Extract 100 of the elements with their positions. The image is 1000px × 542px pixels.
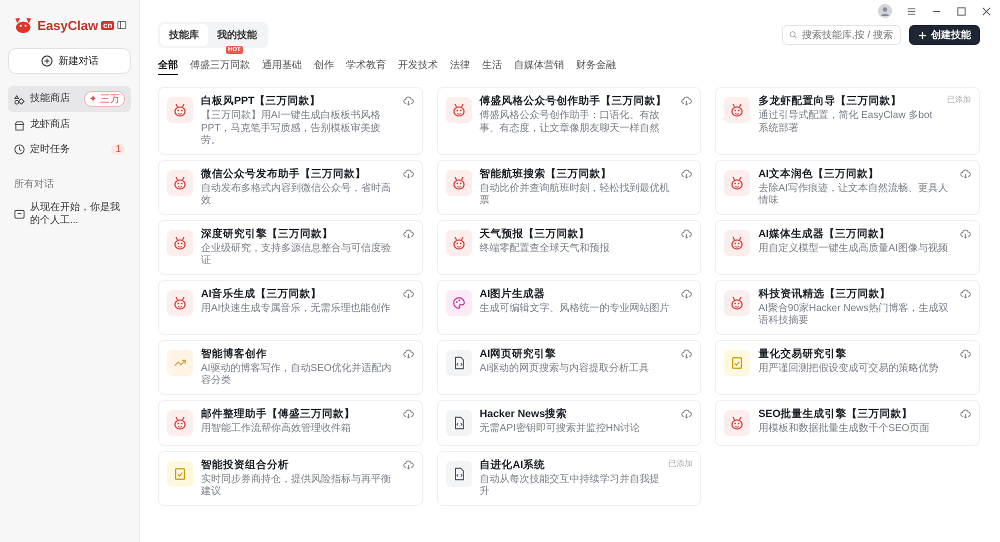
lobster-icon (724, 290, 750, 316)
cloud-download-icon[interactable] (402, 348, 414, 358)
lobster-icon (167, 170, 193, 196)
sidebar-item[interactable]: 技能商店 ✦ 三万 (8, 86, 131, 112)
search-icon (789, 30, 798, 40)
lobster-icon (167, 97, 193, 123)
skill-card[interactable]: AI媒体生成器【三万同款】 用自定义模型一键生成高质量AI图像与视频 (715, 220, 980, 274)
skill-title: AI媒体生成器【三万同款】 (758, 226, 891, 240)
cloud-download-icon[interactable] (681, 168, 692, 178)
skill-card[interactable]: 科技资讯精选【三万同款】 AI聚合90家Hacker News热门博客，生成双语科技摘要 (715, 280, 980, 334)
lobster-icon (167, 290, 193, 316)
skill-card[interactable]: 微信公众号发布助手【三万同款】 自动发布多格式内容到微信公众号，省时高效 (158, 160, 423, 214)
cloud-download-icon[interactable] (402, 96, 414, 106)
lobster-icon (724, 97, 750, 123)
cloud-download-icon[interactable] (960, 168, 971, 178)
category-tab[interactable]: 法律 (450, 56, 470, 75)
skill-card[interactable]: 邮件整理助手【傅盛三万同款】 用智能工作流帮你高效管理收件箱 (158, 400, 423, 446)
skill-description: 生成可编辑文字、风格统一的专业网站图片 (480, 302, 671, 315)
skill-description: 用严谨回测把假设变成可交易的策略优势 (758, 362, 940, 375)
cloud-download-icon[interactable] (681, 288, 692, 298)
skill-description: 终端零配置查全球天气和预报 (480, 242, 611, 255)
palette-icon (446, 290, 472, 316)
skill-card[interactable]: 智能航班搜索【三万同款】 自动比价并查询航班时刻，轻松找到最优机票 (436, 160, 702, 214)
category-tab[interactable]: 自媒体营销 (514, 56, 564, 75)
cloud-download-icon[interactable] (402, 228, 414, 238)
tab[interactable]: 技能库 (160, 24, 208, 46)
skill-title: 深度研究引擎【三万同款】 (201, 226, 334, 240)
skill-description: 通过引导式配置，简化 EasyClaw 多bot系统部署 (758, 110, 934, 135)
cloud-download-icon[interactable] (681, 96, 692, 106)
tab[interactable]: 我的技能 (208, 24, 266, 46)
new-chat-button[interactable]: 新建对话 (8, 48, 131, 74)
skill-description: 自动发布多格式内容到微信公众号，省时高效 (201, 182, 392, 208)
skill-title: AI文本润色【三万同款】 (758, 166, 880, 180)
skill-title: SEO批量生成引擎【三万同款】 (758, 406, 914, 420)
skill-description: 用自定义模型一键生成高质量AI图像与视频 (758, 242, 949, 255)
skill-description: 自动比价并查询航班时刻，轻松找到最优机票 (480, 182, 671, 208)
maximize-icon[interactable] (956, 6, 967, 16)
skill-card[interactable]: 智能投资组合分析 实时同步券商持仓，提供风险指标与再平衡建议 (158, 450, 423, 506)
skill-description: 傅盛风格公众号创作助手：口语化、有故事、有态度，让文章像朋友聊天一样自然 (480, 110, 661, 135)
sidebar-toggle-icon[interactable] (117, 19, 127, 31)
sidebar-item[interactable]: 定时任务 1 (8, 138, 131, 161)
category-tab[interactable]: 财务金融 (576, 56, 616, 75)
skill-title: 邮件整理助手【傅盛三万同款】 (201, 406, 356, 420)
cloud-download-icon[interactable] (960, 288, 971, 298)
skill-title: AI网页研究引擎 (480, 346, 558, 360)
skill-card[interactable]: AI网页研究引擎 AI驱动的网页搜索与内容提取分析工具 (436, 340, 702, 394)
skill-description: 【三万同款】用AI一键生成白板板书风格PPT，马克笔手写质感，告别模板审美疲劳。 (201, 110, 382, 148)
sidebar-item-label: 龙虾商店 (30, 119, 71, 132)
shop-icon (14, 120, 25, 131)
skill-card[interactable]: 多龙虾配置向导【三万同款】 通过引导式配置，简化 EasyClaw 多bot系统部署 已添加 (715, 87, 980, 154)
sidebar-item-label: 技能商店 (30, 92, 71, 106)
category-tab[interactable]: 学术教育 (346, 56, 386, 75)
category-tab[interactable]: 全部 (158, 56, 178, 75)
code-file-icon (446, 460, 472, 486)
skill-card[interactable]: SEO批量生成引擎【三万同款】 用模板和数据批量生成数千个SEO页面 (715, 400, 980, 446)
close-icon[interactable] (981, 6, 992, 16)
cloud-download-icon[interactable] (402, 460, 414, 470)
sidebar-item-label: 定时任务 (30, 144, 71, 156)
category-tab[interactable]: 傅盛三万同款 (190, 56, 250, 75)
skill-card[interactable]: Hacker News搜索 无需API密钥即可搜索并监控HN讨论 (436, 400, 702, 446)
skill-card[interactable]: 傅盛风格公众号创作助手【三万同款】 傅盛风格公众号创作助手：口语化、有故事、有态度，让文章像朋友聊天一样自然 (436, 87, 702, 154)
skill-card[interactable]: 白板风PPT【三万同款】 【三万同款】用AI一键生成白板板书风格PPT，马克笔手写质感，告别模板审美疲劳。 (158, 87, 423, 154)
cloud-download-icon[interactable] (960, 348, 971, 358)
category-tab[interactable]: 创作 (314, 56, 334, 75)
avatar-icon[interactable] (878, 4, 892, 18)
skill-card[interactable]: 自进化AI系统 自动从每次技能交互中持续学习并自我提升 已添加 (436, 450, 702, 506)
skill-title: 科技资讯精选【三万同款】 (758, 286, 892, 300)
skill-card[interactable]: 深度研究引擎【三万同款】 企业级研究，支持多源信息整合与可信度验证 (158, 220, 423, 274)
conversation-item[interactable]: 从现在开始，你是我的个人工... (8, 197, 131, 232)
menu-icon[interactable] (906, 6, 917, 16)
create-skill-button[interactable]: 创建技能 (909, 25, 980, 45)
skill-description: AI驱动的网页搜索与内容提取分析工具 (480, 362, 650, 375)
cloud-download-icon[interactable] (960, 228, 971, 238)
category-tab[interactable]: 开发技术 (398, 56, 438, 75)
cloud-download-icon[interactable] (402, 408, 414, 418)
cloud-download-icon[interactable] (681, 348, 692, 358)
cloud-download-icon[interactable] (681, 228, 692, 238)
cloud-download-icon[interactable] (402, 168, 414, 178)
category-tab[interactable]: 通用基础 (262, 56, 302, 75)
lobster-icon (724, 170, 750, 196)
skill-description: AI驱动的博客写作，自动SEO优化并适配内容分类 (201, 362, 393, 388)
lobster-icon (724, 230, 750, 256)
plus-icon (918, 30, 927, 40)
added-status: 已添加 (946, 94, 971, 105)
cloud-download-icon[interactable] (960, 408, 971, 418)
skill-card[interactable]: AI音乐生成【三万同款】 用AI快速生成专属音乐，无需乐理也能创作 (158, 280, 423, 334)
skill-description: 去除AI写作痕迹，让文本自然流畅、更具人情味 (758, 182, 949, 208)
cloud-download-icon[interactable] (681, 408, 692, 418)
sidebar-item[interactable]: 龙虾商店 (8, 114, 131, 136)
category-tab[interactable]: 生活 (482, 56, 502, 75)
skill-card[interactable]: AI图片生成器 生成可编辑文字、风格统一的专业网站图片 (436, 280, 702, 334)
skill-card[interactable]: 量化交易研究引擎 用严谨回测把假设变成可交易的策略优势 (715, 340, 980, 394)
skill-card[interactable]: 智能博客创作 AI驱动的博客写作，自动SEO优化并适配内容分类 (158, 340, 423, 394)
skill-card[interactable]: AI文本润色【三万同款】 去除AI写作痕迹，让文本自然流畅、更具人情味 (715, 160, 980, 214)
code-file-icon (446, 350, 472, 376)
cloud-download-icon[interactable] (402, 288, 414, 298)
skill-title: 智能投资组合分析 (201, 458, 290, 472)
skill-card[interactable]: 天气预报【三万同款】 终端零配置查全球天气和预报 (436, 220, 702, 274)
region-badge: cn (101, 20, 114, 30)
skill-description: AI聚合90家Hacker News热门博客，生成双语科技摘要 (758, 302, 950, 328)
